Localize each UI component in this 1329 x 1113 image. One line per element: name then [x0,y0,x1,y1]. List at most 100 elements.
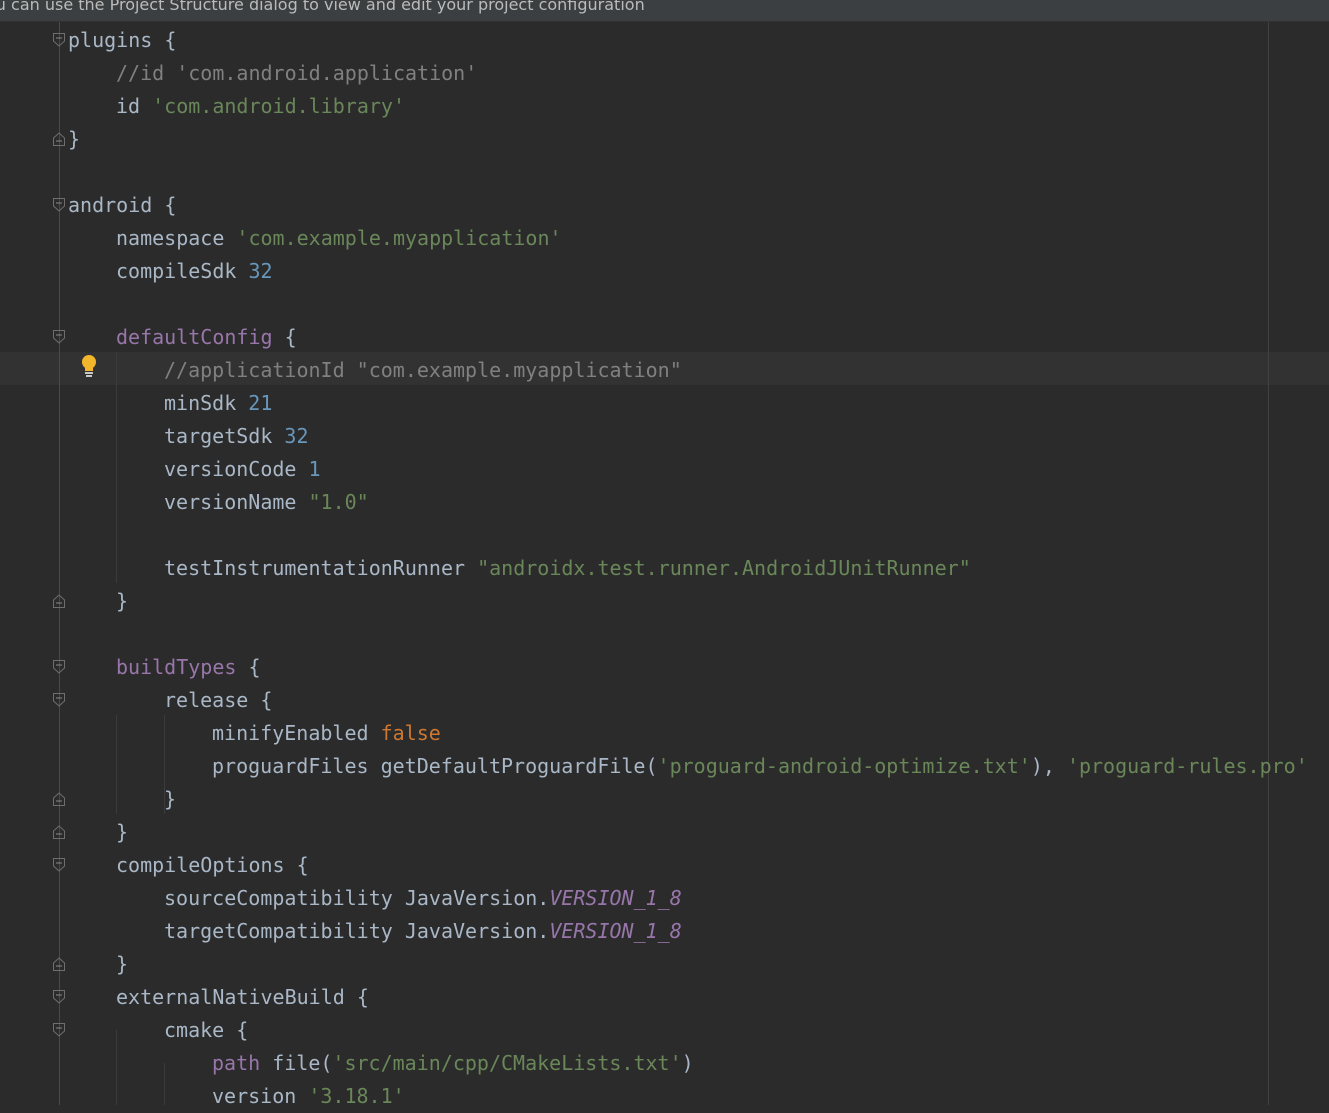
code-line[interactable]: release { [164,684,272,717]
code-token: versionCode [164,457,309,481]
lightbulb-icon[interactable] [80,354,98,378]
fold-start-icon[interactable] [53,198,65,212]
code-line[interactable]: defaultConfig { [116,321,297,354]
code-token: } [116,589,129,613]
code-line[interactable]: //id 'com.android.application' [116,57,477,90]
code-token: { [236,655,261,679]
code-token: id [116,94,153,118]
code-line[interactable]: compileOptions { [116,849,309,882]
method-token: buildTypes [116,655,237,679]
fold-start-icon[interactable] [53,330,65,344]
code-token: compileSdk [116,259,249,283]
code-token: } [116,952,129,976]
comment-token: //id 'com.android.application' [116,61,478,85]
code-line[interactable]: } [116,816,128,849]
project-structure-banner[interactable]: ou can use the Project Structure dialog … [0,0,1329,22]
code-token: sourceCompatibility JavaVersion. [164,886,550,910]
constant-token: VERSION_1_8 [549,919,682,943]
number-token: 32 [284,424,309,448]
code-token: { [272,325,297,349]
code-token: ), [1030,754,1067,778]
code-token: } [164,787,177,811]
code-line[interactable]: } [116,948,128,981]
fold-start-icon[interactable] [53,858,65,872]
string-token: "1.0" [308,490,369,514]
indent-guide [116,352,117,583]
fold-end-icon[interactable] [53,957,65,971]
number-token: 32 [248,259,273,283]
code-line[interactable]: sourceCompatibility JavaVersion.VERSION_… [164,882,682,915]
string-token: 'com.example.myapplication' [236,226,562,250]
code-token: versionName [164,490,309,514]
method-token: path [212,1051,261,1075]
code-line[interactable]: } [116,585,128,618]
gutter-separator [59,22,60,1105]
comment-token: //applicationId "com.example.myapplicati… [164,358,682,382]
code-line[interactable]: plugins { [68,24,176,57]
right-margin-guide [1268,22,1269,1105]
string-token: 'proguard-rules.pro' [1066,754,1308,778]
code-token: ) [681,1051,694,1075]
string-token: '3.18.1' [308,1084,405,1108]
code-token: targetSdk [164,424,285,448]
fold-end-icon[interactable] [53,825,65,839]
code-line[interactable]: version '3.18.1' [212,1080,405,1113]
fold-start-icon[interactable] [53,693,65,707]
code-line[interactable]: id 'com.android.library' [116,90,405,123]
code-token: } [116,820,129,844]
code-line[interactable]: targetSdk 32 [164,420,309,453]
constant-token: VERSION_1_8 [549,886,682,910]
code-token: minifyEnabled [212,721,381,745]
string-token: 'proguard-android-optimize.txt' [657,754,1031,778]
code-line[interactable]: versionCode 1 [164,453,321,486]
code-token: plugins { [68,28,177,52]
code-token: targetCompatibility JavaVersion. [164,919,550,943]
code-token: testInstrumentationRunner [164,556,478,580]
code-line[interactable]: android { [68,189,176,222]
code-line[interactable]: namespace 'com.example.myapplication' [116,222,562,255]
code-line[interactable]: buildTypes { [116,651,261,684]
number-token: 21 [248,391,273,415]
fold-end-icon[interactable] [53,792,65,806]
indent-guide [116,1030,117,1105]
keyword-token: false [380,721,441,745]
code-token: cmake { [164,1018,249,1042]
fold-start-icon[interactable] [53,660,65,674]
fold-start-icon[interactable] [53,1023,65,1037]
code-token: proguardFiles getDefaultProguardFile( [212,754,658,778]
banner-text: ou can use the Project Structure dialog … [0,0,645,14]
code-token: compileOptions { [116,853,309,877]
string-token: 'src/main/cpp/CMakeLists.txt' [332,1051,682,1075]
code-line[interactable]: compileSdk 32 [116,255,273,288]
fold-start-icon[interactable] [53,990,65,1004]
code-token: minSdk [164,391,249,415]
string-token: "androidx.test.runner.AndroidJUnitRunner… [477,556,971,580]
fold-start-icon[interactable] [53,33,65,47]
code-token: } [68,127,81,151]
code-line[interactable]: minSdk 21 [164,387,272,420]
method-token: defaultConfig [116,325,273,349]
fold-end-icon[interactable] [53,132,65,146]
code-line[interactable]: path file('src/main/cpp/CMakeLists.txt') [212,1047,694,1080]
code-line[interactable]: versionName "1.0" [164,486,369,519]
string-token: 'com.android.library' [152,94,405,118]
code-token: version [212,1084,309,1108]
code-line[interactable]: minifyEnabled false [212,717,441,750]
fold-end-icon[interactable] [53,594,65,608]
code-editor[interactable]: plugins { //id 'com.android.application'… [0,22,1329,1108]
code-token: release { [164,688,273,712]
code-line[interactable]: proguardFiles getDefaultProguardFile('pr… [212,750,1308,783]
code-token: namespace [116,226,237,250]
code-token: file( [260,1051,333,1075]
code-line[interactable]: //applicationId "com.example.myapplicati… [164,354,682,387]
code-line[interactable]: } [164,783,176,816]
indent-guide [116,715,117,814]
indent-guide [164,1063,165,1105]
code-token: android { [68,193,177,217]
code-token: externalNativeBuild { [116,985,369,1009]
code-line[interactable]: } [68,123,80,156]
code-line[interactable]: cmake { [164,1014,248,1047]
code-line[interactable]: targetCompatibility JavaVersion.VERSION_… [164,915,682,948]
code-line[interactable]: testInstrumentationRunner "androidx.test… [164,552,971,585]
code-line[interactable]: externalNativeBuild { [116,981,369,1014]
